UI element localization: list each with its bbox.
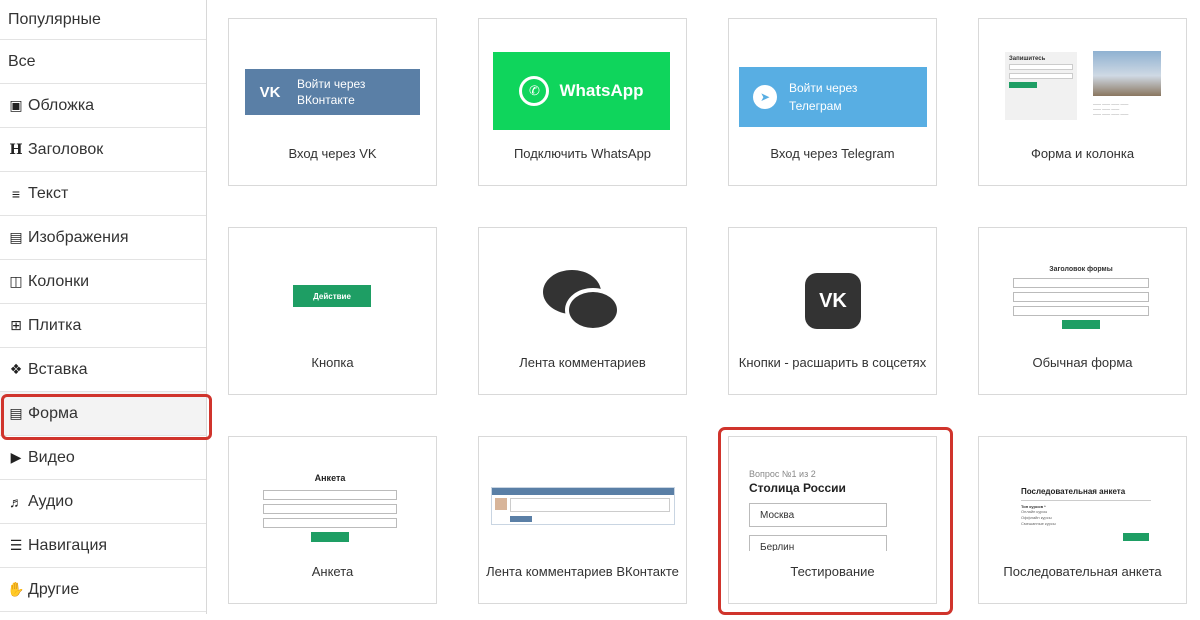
whatsapp-icon: ✆	[519, 76, 550, 106]
sidebar-item-other[interactable]: ✋ Другие	[0, 568, 206, 612]
card-label: Вход через Telegram	[770, 146, 895, 161]
card-label: Лента комментариев ВКонтакте	[486, 564, 679, 579]
eiffel-image	[1093, 51, 1161, 96]
hand-icon: ✋	[7, 581, 25, 597]
regular-form-preview: Заголовок формы	[1013, 266, 1149, 329]
card-label: Лента комментариев	[519, 355, 646, 370]
form-preview: Запишитесь	[1005, 52, 1077, 120]
video-icon: ▶	[10, 449, 22, 465]
card-survey[interactable]: Анкета Анкета	[228, 436, 437, 604]
card-label: Последовательная анкета	[1003, 564, 1162, 579]
cubes-icon: ❖	[9, 361, 23, 377]
card-label: Форма и колонка	[1030, 146, 1135, 161]
columns-icon: ◫	[9, 273, 23, 289]
telegram-icon: ➤	[753, 85, 777, 109]
sidebar-item-label: Все	[8, 52, 36, 70]
sidebar-item-cover[interactable]: ▣ Обложка	[0, 84, 206, 128]
image-icon: ▤	[9, 229, 23, 245]
whatsapp-preview: ✆ WhatsApp	[493, 52, 670, 130]
avatar	[495, 498, 507, 510]
card-label: Кнопка	[311, 355, 354, 370]
sidebar-item-video[interactable]: ▶ Видео	[0, 436, 206, 480]
card-label: Обычная форма	[1032, 355, 1133, 370]
sidebar-item-label: Видео	[28, 448, 75, 466]
card-telegram-login[interactable]: ➤ Войти через Телеграм Вход через Telegr…	[728, 18, 937, 186]
vk-icon: VK	[259, 83, 281, 101]
action-button-preview: Действие	[293, 285, 371, 307]
sidebar-item-label: Колонки	[28, 272, 90, 290]
sidebar-item-label: Плитка	[28, 316, 82, 334]
sidebar: Популярные Все ▣ Обложка H Заголовок ≡ Текс…	[0, 0, 212, 614]
column-text: —— —— —— —— —— —— —— —— —— —— ——	[1093, 101, 1129, 116]
heading-icon: H	[9, 141, 23, 158]
menu-icon: ☰	[9, 537, 23, 553]
sidebar-item-label: Изображения	[28, 228, 129, 246]
survey-preview-title: Анкета	[314, 473, 346, 483]
sidebar-item-form[interactable]: ▤ Форма	[0, 392, 212, 440]
form-preview-title: Запишитесь	[1009, 56, 1046, 62]
card-vk-comments[interactable]: Лента комментариев ВКонтакте	[478, 436, 687, 604]
whatsapp-text: WhatsApp	[559, 81, 644, 100]
sidebar-item-navigation[interactable]: ☰ Навигация	[0, 524, 206, 568]
card-share-buttons[interactable]: VK Кнопки - расшарить в соцсетях	[728, 227, 937, 395]
card-comments-feed[interactable]: Лента комментариев	[478, 227, 687, 395]
sidebar-item-audio[interactable]: ♬ Аудио	[0, 480, 206, 524]
card-sequential-survey[interactable]: Последовательная анкета Тип курсов * Онл…	[978, 436, 1187, 604]
sidebar-item-tiles[interactable]: ⊞ Плитка	[0, 304, 206, 348]
sidebar-item-label: Навигация	[28, 536, 108, 554]
card-label: Анкета	[311, 564, 354, 579]
sidebar-item-label: Форма	[28, 404, 78, 422]
sidebar-item-popular[interactable]: Популярные	[0, 0, 206, 40]
vk-logo-icon: VK	[805, 273, 861, 329]
text-lines-icon: ≡	[11, 185, 21, 202]
form-icon: ▤	[9, 405, 23, 421]
card-regular-form[interactable]: Заголовок формы Обычная форма	[978, 227, 1187, 395]
telegram-login-preview: ➤ Войти через Телеграм	[739, 67, 927, 127]
regular-form-title: Заголовок формы	[1049, 266, 1113, 273]
card-label: Подключить WhatsApp	[513, 146, 652, 161]
camera-icon: ▣	[9, 97, 23, 113]
sidebar-item-label: Обложка	[28, 96, 95, 114]
sidebar-item-label: Аудио	[28, 492, 74, 510]
sequential-option: Смешанные курсы	[1021, 521, 1056, 526]
sidebar-item-label: Популярные	[8, 10, 101, 28]
telegram-login-text: Войти через Телеграм	[789, 81, 858, 113]
card-button[interactable]: Действие Кнопка	[228, 227, 437, 395]
sidebar-item-label: Заголовок	[28, 140, 104, 158]
sidebar-item-columns[interactable]: ◫ Колонки	[0, 260, 206, 304]
sequential-survey-preview: Последовательная анкета Тип курсов * Онл…	[1021, 487, 1151, 541]
sidebar-item-all[interactable]: Все	[0, 40, 206, 84]
vk-login-text: Войти через ВКонтакте	[297, 77, 366, 107]
sidebar-item-text[interactable]: ≡ Текст	[0, 172, 206, 216]
sidebar-item-embed[interactable]: ❖ Вставка	[0, 348, 206, 392]
vk-login-preview: VK Войти через ВКонтакте	[245, 69, 420, 115]
vk-comments-preview	[491, 487, 675, 525]
sidebar-item-label: Текст	[28, 184, 69, 202]
card-whatsapp[interactable]: ✆ WhatsApp Подключить WhatsApp	[478, 18, 687, 186]
sequential-title: Последовательная анкета	[1021, 487, 1126, 496]
selection-highlight	[718, 427, 953, 615]
sidebar-item-label: Вставка	[28, 360, 88, 378]
card-label: Вход через VK	[288, 146, 377, 161]
sidebar-item-label: Другие	[28, 580, 80, 598]
grid-icon: ⊞	[10, 317, 22, 333]
sidebar-item-heading[interactable]: H Заголовок	[0, 128, 206, 172]
card-form-column[interactable]: Запишитесь —— —— —— —— —— —— —— —— —— —— —…	[978, 18, 1187, 186]
audio-icon: ♬	[9, 493, 23, 510]
card-vk-login[interactable]: VK Войти через ВКонтакте Вход через VK	[228, 18, 437, 186]
sidebar-item-images[interactable]: ▤ Изображения	[0, 216, 206, 260]
survey-preview: Анкета	[263, 473, 397, 542]
card-label: Кнопки - расшарить в соцсетях	[738, 355, 927, 370]
comments-icon	[539, 268, 629, 338]
